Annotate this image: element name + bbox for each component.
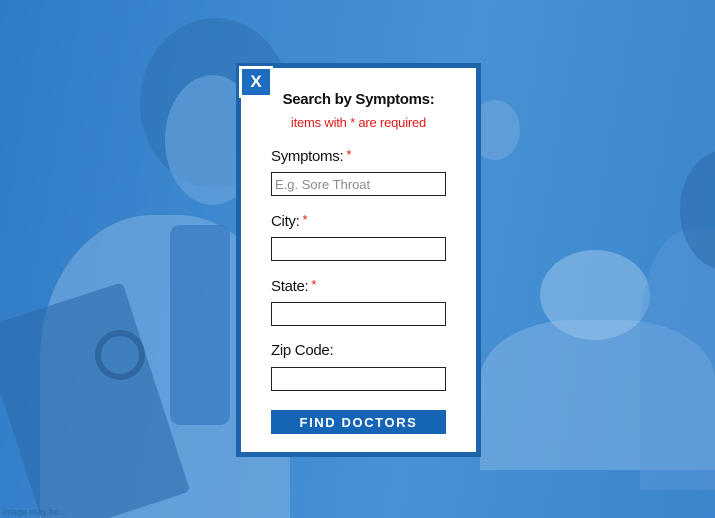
state-label: State: * — [271, 277, 316, 295]
bg-figure — [540, 250, 650, 340]
state-label-text: State: — [271, 278, 309, 295]
required-marker: * — [346, 147, 352, 162]
state-input[interactable] — [271, 302, 446, 326]
symptom-search-modal: X Search by Symptoms: items with * are r… — [236, 63, 481, 457]
symptoms-label: Symptoms: * — [271, 147, 351, 165]
zip-code-input[interactable] — [271, 367, 446, 391]
city-label: City: * — [271, 212, 308, 230]
zip-code-label-text: Zip Code: — [271, 342, 334, 359]
symptoms-input[interactable] — [271, 172, 446, 196]
image-credit: Image may be... — [2, 507, 67, 517]
required-marker: * — [311, 277, 317, 292]
zip-code-label: Zip Code: — [271, 342, 334, 359]
city-input[interactable] — [271, 237, 446, 261]
required-marker: * — [302, 212, 308, 227]
city-label-text: City: — [271, 213, 300, 230]
find-doctors-button[interactable]: FIND DOCTORS — [271, 410, 446, 434]
bg-figure — [170, 225, 230, 425]
symptoms-label-text: Symptoms: — [271, 148, 344, 165]
stethoscope-icon — [95, 330, 145, 380]
modal-title: Search by Symptoms: — [282, 91, 435, 108]
bg-figure — [640, 230, 715, 490]
required-note: items with * are required — [290, 115, 427, 130]
